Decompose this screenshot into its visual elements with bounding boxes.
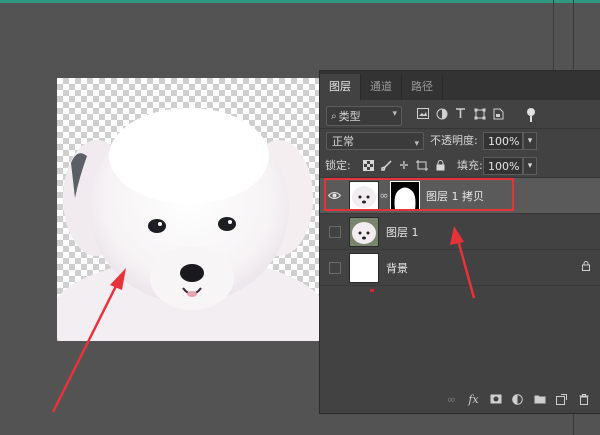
annotation-arrows (51, 226, 476, 413)
arrow-to-dog (51, 268, 126, 413)
arrow-to-layer (450, 226, 476, 299)
